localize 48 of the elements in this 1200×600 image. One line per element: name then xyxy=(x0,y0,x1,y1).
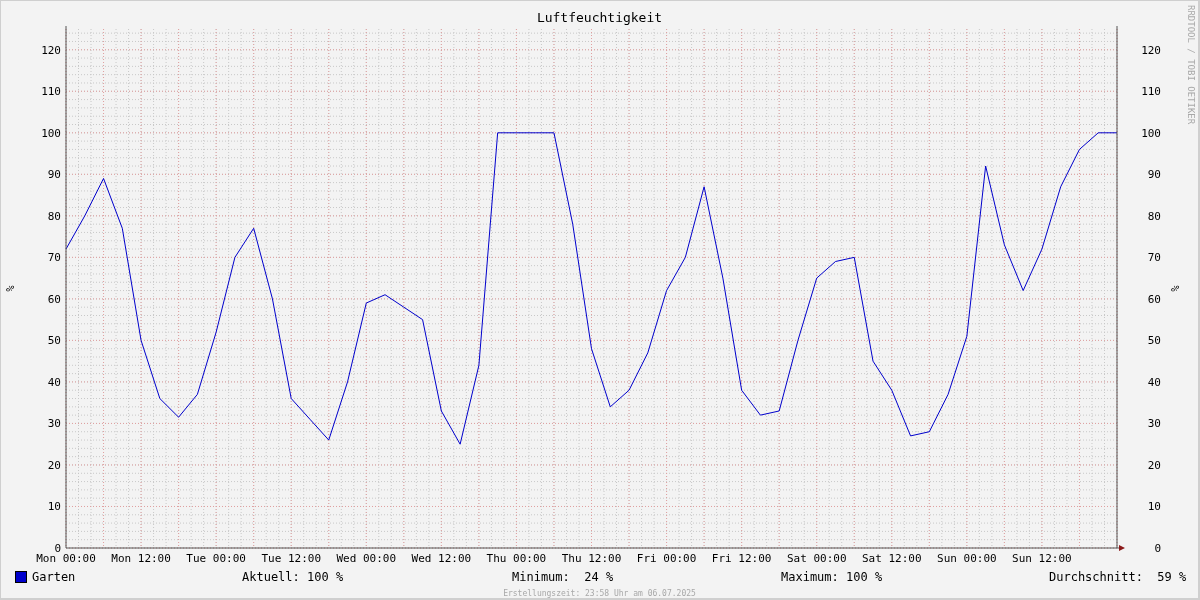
y-axis-label: % xyxy=(1170,285,1181,292)
y-tick-label: 110 xyxy=(41,85,61,99)
x-tick-label: Fri 00:00 xyxy=(636,551,697,565)
legend-label: Garten xyxy=(32,570,76,585)
y-tick-label: 40 xyxy=(47,375,61,389)
legend-stat: Aktuell: 100 % xyxy=(242,570,344,585)
x-tick-label: Wed 12:00 xyxy=(411,551,472,565)
legend-stat: Durchschnitt: 59 % xyxy=(1049,570,1187,585)
x-tick-label: Mon 12:00 xyxy=(111,551,171,565)
y-tick-label: 100 xyxy=(1141,126,1161,140)
y-tick-label: 70 xyxy=(47,251,61,265)
y-tick-label: 20 xyxy=(47,458,61,472)
y-tick-label: 120 xyxy=(1141,43,1161,57)
y-tick-label: 10 xyxy=(47,500,61,514)
x-tick-label: Sun 00:00 xyxy=(937,551,997,565)
y-tick-label: 90 xyxy=(47,168,61,182)
y-tick-label: 80 xyxy=(47,209,61,223)
y-axis-label: % xyxy=(5,285,16,292)
y-tick-label: 30 xyxy=(47,417,61,431)
y-tick-label: 110 xyxy=(1141,85,1161,99)
y-tick-label: 50 xyxy=(47,334,61,348)
y-tick-label: 90 xyxy=(1147,168,1161,182)
credit-text: RRDTOOL / TOBI OETIKER xyxy=(1186,5,1196,125)
x-tick-label: Thu 00:00 xyxy=(486,551,547,565)
y-tick-label: 0 xyxy=(1154,541,1161,555)
y-tick-label: 60 xyxy=(1147,292,1161,306)
graph-title: Luftfeuchtigkeit xyxy=(536,9,663,26)
x-tick-label: Wed 00:00 xyxy=(336,551,397,565)
x-tick-label: Thu 12:00 xyxy=(561,551,622,565)
y-tick-label: 80 xyxy=(1147,209,1161,223)
x-tick-label: Tue 12:00 xyxy=(261,551,321,565)
x-tick-label: Sat 00:00 xyxy=(786,551,847,565)
y-tick-label: 30 xyxy=(1147,417,1161,431)
y-tick-label: 100 xyxy=(41,126,61,140)
y-tick-label: 10 xyxy=(1147,500,1161,514)
legend-stat: Minimum: 24 % xyxy=(512,570,614,585)
y-tick-label: 60 xyxy=(47,292,61,306)
timestamp-text: Erstellungszeit: 23:58 Uhr am 06.07.2025 xyxy=(503,589,696,598)
x-tick-label: Sat 12:00 xyxy=(862,551,922,565)
y-tick-label: 20 xyxy=(1147,458,1161,472)
y-tick-label: 70 xyxy=(1147,251,1161,265)
x-tick-label: Fri 12:00 xyxy=(711,551,772,565)
legend-stat: Maximum: 100 % xyxy=(781,570,883,585)
x-tick-label: Sun 12:00 xyxy=(1012,551,1072,565)
y-tick-label: 50 xyxy=(1147,334,1161,348)
x-tick-label: Tue 00:00 xyxy=(186,551,246,565)
y-tick-label: 40 xyxy=(1147,375,1161,389)
y-tick-label: 120 xyxy=(41,43,61,57)
